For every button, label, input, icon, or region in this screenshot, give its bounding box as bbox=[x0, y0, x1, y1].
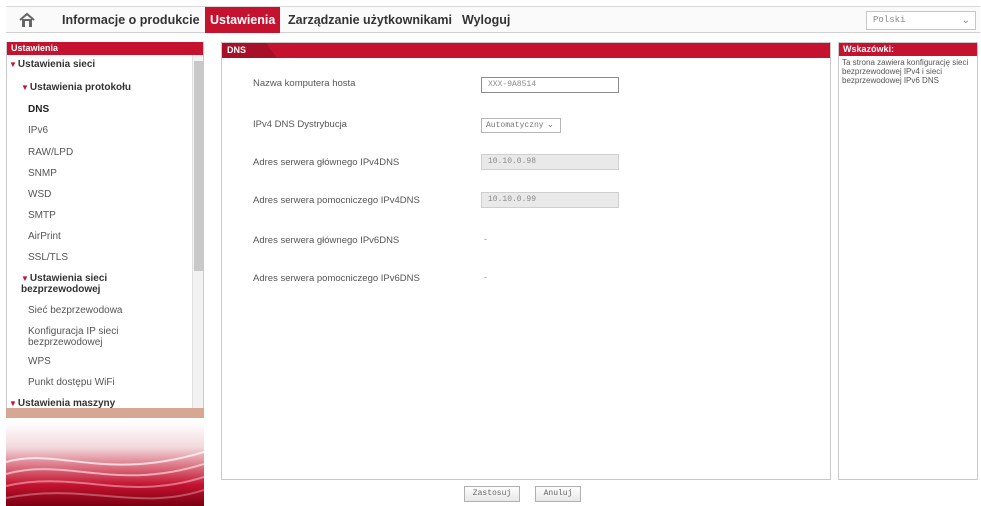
language-value: Polski bbox=[873, 15, 906, 25]
sidebar-item-wifi-access-point[interactable]: Punkt dostępu WiFi bbox=[28, 377, 115, 388]
sidebar-item-raw-lpd[interactable]: RAW/LPD bbox=[28, 147, 73, 158]
ipv4-primary-dns-label: Adres serwera głównego IPv4DNS bbox=[253, 157, 400, 168]
brand-banner-image bbox=[6, 422, 204, 506]
sidebar-footer-bar bbox=[6, 408, 204, 418]
ipv4-dns-distribution-select[interactable]: Automatyczny ⌄ bbox=[481, 118, 561, 133]
hostname-input[interactable]: XXX-9A8514 bbox=[481, 77, 619, 93]
sidebar-item-wireless-settings[interactable]: ▼Ustawienia sieci bezprzewodowej bbox=[21, 273, 141, 295]
hints-text: Ta strona zawiera konfigurację sieci bez… bbox=[842, 58, 969, 85]
nav-product-info[interactable]: Informacje o produkcie bbox=[62, 13, 200, 27]
sidebar-item-wsd[interactable]: WSD bbox=[28, 189, 51, 200]
sidebar-item-protocol-settings[interactable]: ▼Ustawienia protokołu bbox=[21, 82, 131, 93]
triangle-down-icon: ▼ bbox=[9, 399, 17, 408]
ipv6-secondary-dns-value: - bbox=[484, 272, 487, 282]
banner-wave-graphic bbox=[6, 451, 204, 500]
ipv6-secondary-dns-label: Adres serwera pomocniczego IPv6DNS bbox=[253, 273, 420, 284]
nav-logout[interactable]: Wyloguj bbox=[462, 13, 510, 27]
sidebar-item-wireless-ip-config[interactable]: Konfiguracja IP sieci bezprzewodowej bbox=[28, 326, 138, 348]
ipv4-secondary-dns-label: Adres serwera pomocniczego IPv4DNS bbox=[253, 195, 420, 206]
hostname-label: Nazwa komputera hosta bbox=[253, 78, 356, 89]
sidebar-scrollbar[interactable] bbox=[192, 55, 203, 411]
sidebar-item-wps[interactable]: WPS bbox=[28, 356, 51, 367]
sidebar-item-dns[interactable]: DNS bbox=[28, 104, 49, 115]
apply-button[interactable]: Zastosuj bbox=[464, 486, 520, 502]
panel-title: DNS bbox=[222, 43, 277, 58]
sidebar-item-smtp[interactable]: SMTP bbox=[28, 210, 56, 221]
sidebar-item-ssl-tls[interactable]: SSL/TLS bbox=[28, 252, 68, 263]
language-select[interactable]: Polski ⌄ bbox=[866, 11, 976, 30]
triangle-down-icon: ▼ bbox=[21, 83, 29, 92]
ipv4-primary-dns-field: 10.10.0.98 bbox=[481, 154, 619, 170]
triangle-down-icon: ▼ bbox=[9, 60, 17, 69]
sidebar-item-ipv6[interactable]: IPv6 bbox=[28, 125, 48, 136]
triangle-down-icon: ▼ bbox=[21, 274, 29, 283]
hints-title: Wskazówki: bbox=[839, 43, 977, 56]
nav-user-management[interactable]: Zarządzanie użytkownikami bbox=[288, 13, 452, 27]
nav-settings[interactable]: Ustawienia bbox=[205, 7, 281, 33]
ipv4-secondary-dns-field: 10.10.0.99 bbox=[481, 192, 619, 208]
sidebar: Ustawienia ▼Ustawienia sieci ▼Ustawienia… bbox=[6, 42, 204, 412]
hints-panel: Wskazówki: Ta strona zawiera konfiguracj… bbox=[838, 42, 978, 480]
top-navigation: Informacje o produkcie Ustawienia Zarząd… bbox=[6, 6, 980, 33]
ipv6-primary-dns-label: Adres serwera głównego IPv6DNS bbox=[253, 235, 400, 246]
ipv4-dns-distribution-label: IPv4 DNS Dystrybucja bbox=[253, 119, 347, 130]
sidebar-item-airprint[interactable]: AirPrint bbox=[28, 231, 61, 242]
panel-header: DNS bbox=[222, 43, 830, 58]
scrollbar-thumb[interactable] bbox=[194, 61, 203, 271]
chevron-down-icon: ⌄ bbox=[961, 15, 970, 26]
home-icon[interactable] bbox=[18, 12, 36, 28]
ipv6-primary-dns-value: - bbox=[484, 234, 487, 244]
chevron-down-icon: ⌄ bbox=[546, 120, 555, 130]
sidebar-item-snmp[interactable]: SNMP bbox=[28, 168, 57, 179]
cancel-button[interactable]: Anuluj bbox=[535, 486, 581, 502]
sidebar-item-wireless-network[interactable]: Sieć bezprzewodowa bbox=[28, 305, 123, 316]
sidebar-title: Ustawienia bbox=[7, 42, 203, 55]
dns-settings-panel: DNS Nazwa komputera hosta XXX-9A8514 IPv… bbox=[221, 42, 831, 480]
sidebar-item-network-settings[interactable]: ▼Ustawienia sieci bbox=[9, 59, 95, 70]
